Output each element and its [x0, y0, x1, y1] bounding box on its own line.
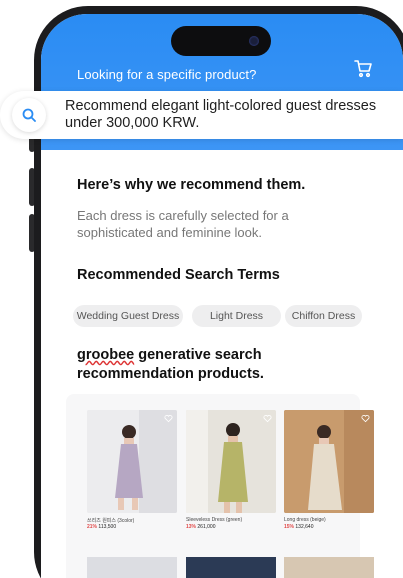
product-image[interactable]: [284, 410, 374, 513]
product-name: Sleeveless Dress (green): [186, 517, 243, 523]
why-heading: Here’s why we recommend them.: [77, 177, 306, 193]
recommendations-heading: groobee generative search recommendation…: [77, 346, 327, 384]
dress-illustration: [284, 410, 374, 513]
product-name: Long dress (beige): [284, 517, 326, 523]
product-panel: 쓰리즈 원피스 (3color) 21% 113,500 Sleeveless …: [66, 394, 374, 578]
chip-light-dress[interactable]: Light Dress: [192, 305, 281, 327]
product-price: 132,640: [295, 524, 314, 530]
search-query-text[interactable]: Recommend elegant light-colored guest dr…: [65, 98, 395, 132]
search-bar[interactable]: Recommend elegant light-colored guest dr…: [0, 91, 403, 139]
product-name: 쓰리즈 원피스 (3color): [87, 518, 135, 524]
product-image[interactable]: [186, 557, 276, 578]
dress-illustration: [186, 410, 276, 513]
camera-icon: [249, 36, 259, 46]
chip-wedding-guest-dress[interactable]: Wedding Guest Dress: [73, 305, 183, 327]
dynamic-island: [171, 26, 271, 56]
product-image[interactable]: [87, 410, 177, 513]
product-discount: 13%: [186, 524, 197, 530]
product-price: 261,000: [197, 524, 216, 530]
product-price-row: 15% 132,640: [284, 524, 313, 530]
brand-name: groobee: [77, 347, 135, 363]
product-image[interactable]: [186, 410, 276, 513]
search-button[interactable]: [12, 98, 46, 132]
search-terms-heading: Recommended Search Terms: [77, 267, 280, 283]
product-discount: 15%: [284, 524, 295, 530]
product-row-next: [66, 555, 374, 578]
heart-icon[interactable]: [164, 414, 173, 423]
chip-chiffon-dress[interactable]: Chiffon Dress: [285, 305, 362, 327]
dress-illustration: [87, 410, 177, 513]
why-body: Each dress is carefully selected for a s…: [77, 208, 289, 240]
header-prompt: Looking for a specific product?: [77, 67, 257, 82]
search-icon: [22, 108, 36, 122]
cart-icon[interactable]: [353, 58, 373, 78]
product-price-row: 21% 113,500: [87, 524, 116, 530]
heart-icon[interactable]: [263, 414, 272, 423]
product-price: 113,500: [98, 524, 117, 530]
product-image[interactable]: [87, 557, 177, 578]
product-image[interactable]: [284, 557, 374, 578]
heart-icon[interactable]: [361, 414, 370, 423]
product-price-row: 13% 261,000: [186, 524, 215, 530]
product-discount: 21%: [87, 524, 98, 530]
